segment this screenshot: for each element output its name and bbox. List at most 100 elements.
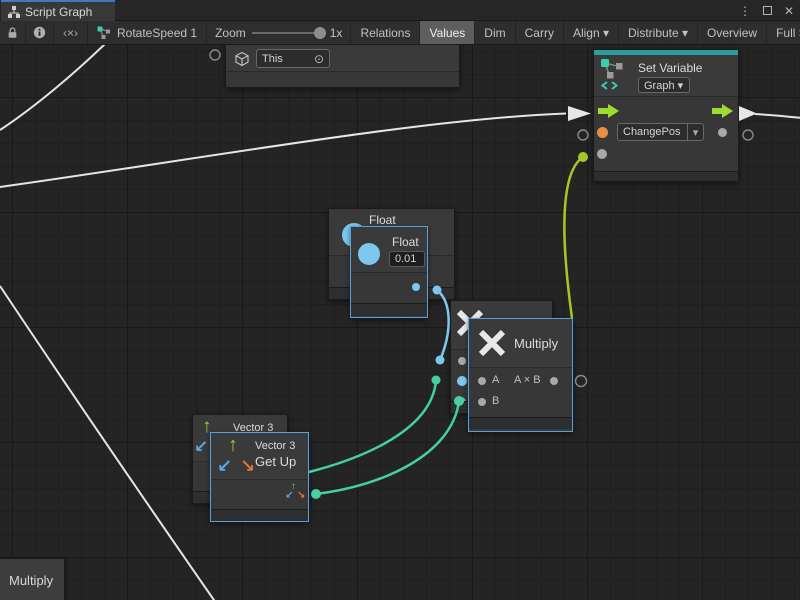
values-label: Values <box>429 26 465 40</box>
carry-label: Carry <box>525 26 554 40</box>
mini-vector-downleft-icon: ↙ <box>285 491 293 501</box>
script-graph-icon <box>8 6 20 18</box>
tab-title: Script Graph <box>25 5 92 19</box>
wire-endpoint <box>578 152 588 162</box>
tab-script-graph[interactable]: Script Graph <box>1 0 115 21</box>
variable-name-port[interactable] <box>597 127 608 138</box>
flow-arrowhead-out <box>739 106 757 121</box>
float-literal-icon <box>358 243 380 265</box>
fallback-value-port[interactable] <box>597 149 607 159</box>
wire-get-up-to-multiply[interactable] <box>316 401 459 494</box>
fullscreen-button[interactable]: Full Screen <box>767 21 800 44</box>
get-up-footer <box>211 509 308 521</box>
wire-multiply-to-set-variable[interactable] <box>564 157 583 318</box>
this-field-value: This <box>262 53 283 65</box>
wire-endpoint <box>436 356 445 365</box>
mini-vector-downright-icon: ↘ <box>297 491 305 501</box>
dim-button[interactable]: Dim <box>475 21 515 44</box>
flow-input-arrow-icon[interactable] <box>598 104 620 118</box>
set-variable-outer-output-port[interactable] <box>743 130 753 140</box>
variable-scope-dropdown[interactable]: Graph ▾ <box>638 77 690 93</box>
port-axb-label: A × B <box>514 374 541 386</box>
set-variable-icon <box>600 58 626 92</box>
variable-name-value: ChangePos <box>623 126 681 138</box>
get-up-title: Get Up <box>255 454 296 469</box>
variable-output-port[interactable] <box>718 128 727 137</box>
distribute-label: Distribute ▾ <box>628 26 688 40</box>
zoom-slider[interactable] <box>252 32 324 34</box>
graph-name: RotateSpeed 1 <box>117 26 197 40</box>
port-a-label: A <box>492 374 499 386</box>
values-button[interactable]: Values <box>420 21 475 44</box>
node-float-front[interactable]: Float 0.01 <box>350 226 428 318</box>
multiply-back-port-a[interactable] <box>458 357 466 365</box>
maximize-icon[interactable] <box>763 6 772 15</box>
variable-name-field[interactable]: ChangePos <box>617 123 688 141</box>
get-up-body: ↑ ↙ ↘ <box>211 479 308 509</box>
zoom-slider-handle[interactable] <box>314 27 326 39</box>
relations-button[interactable]: Relations <box>351 21 420 44</box>
dim-label: Dim <box>484 26 505 40</box>
corner-multiply-title: Multiply <box>9 573 53 588</box>
get-up-header: ↑ ↙ ↘ Vector 3 Get Up <box>211 433 308 479</box>
fullscreen-label: Full Screen <box>776 26 800 40</box>
node-multiply-corner[interactable]: Multiply <box>0 558 65 600</box>
multiply-back-port-b[interactable] <box>457 376 467 386</box>
variable-name-dropdown[interactable]: ▾ <box>687 123 704 141</box>
code-preview-button[interactable]: ‹×› <box>54 21 88 44</box>
object-picker-icon[interactable]: ⊙ <box>314 52 324 66</box>
zoom-label: Zoom <box>215 26 246 40</box>
flow-output-arrow-icon[interactable] <box>712 104 734 118</box>
multiply-output-port[interactable] <box>550 377 558 385</box>
wire-endpoint <box>311 489 321 499</box>
graph-breadcrumb-icon <box>97 26 111 40</box>
close-icon[interactable]: ✕ <box>784 4 794 18</box>
distribute-dropdown[interactable]: Distribute ▾ <box>619 21 698 44</box>
node-get-up[interactable]: ↑ ↙ ↘ Vector 3 Get Up ↑ ↙ ↘ <box>210 432 309 522</box>
wire-float-to-multiply[interactable] <box>437 290 449 360</box>
flow-arrowhead-in <box>568 106 591 121</box>
this-object-field[interactable]: This ⊙ <box>256 49 330 68</box>
wire-endpoint <box>432 376 441 385</box>
gameobject-cube-icon <box>234 51 250 67</box>
align-label: Align ▾ <box>573 26 609 40</box>
multiply-port-a[interactable] <box>478 377 486 385</box>
carry-button[interactable]: Carry <box>516 21 564 44</box>
graph-breadcrumb[interactable]: RotateSpeed 1 <box>88 21 207 44</box>
node-this-header: This ⊙ <box>226 45 459 71</box>
vector-downright-arrow-icon: ↘ <box>240 457 255 475</box>
port-b-label: B <box>492 395 499 407</box>
node-this-body <box>226 71 459 87</box>
relations-label: Relations <box>360 26 410 40</box>
chevron-down-icon: ▾ <box>693 126 699 139</box>
float-front-header: Float 0.01 <box>351 227 427 272</box>
wire-vector-back-to-multiply[interactable] <box>309 380 436 472</box>
float-front-body <box>351 272 427 303</box>
wire-flow-out-of-set-variable[interactable] <box>755 114 800 118</box>
wire-flow-diagonal[interactable] <box>0 286 216 600</box>
node-set-variable[interactable]: Set Variable Graph ▾ ChangePos ▾ <box>593 49 739 182</box>
multiply-front-header: Multiply <box>469 319 572 367</box>
multiply-port-b[interactable] <box>478 398 486 406</box>
window-controls: ⋮ ✕ <box>739 0 794 21</box>
inspect-button[interactable] <box>26 21 54 44</box>
lock-button[interactable] <box>0 21 26 44</box>
multiply-outer-output-port[interactable] <box>576 376 587 387</box>
info-icon <box>33 26 46 39</box>
zoom-control: Zoom 1x <box>207 21 351 44</box>
float-value-field[interactable]: 0.01 <box>389 251 425 267</box>
float-value: 0.01 <box>395 253 416 265</box>
this-input-port[interactable] <box>210 50 220 60</box>
align-dropdown[interactable]: Align ▾ <box>564 21 619 44</box>
wire-flow-topleft[interactable] <box>0 45 106 130</box>
wire-flow-into-set-variable[interactable] <box>0 114 566 188</box>
vector-downleft-arrow-icon: ↙ <box>217 457 232 475</box>
overview-button[interactable]: Overview <box>698 21 767 44</box>
graph-canvas[interactable]: This ⊙ Set Variable Graph ▾ <box>0 45 800 600</box>
node-this[interactable]: This ⊙ <box>225 45 460 88</box>
set-variable-footer <box>594 171 738 181</box>
node-multiply-front[interactable]: Multiply A A × B B <box>468 318 573 432</box>
set-variable-outer-port[interactable] <box>578 130 588 140</box>
menu-icon[interactable]: ⋮ <box>739 4 751 18</box>
float-output-port[interactable] <box>412 283 420 291</box>
